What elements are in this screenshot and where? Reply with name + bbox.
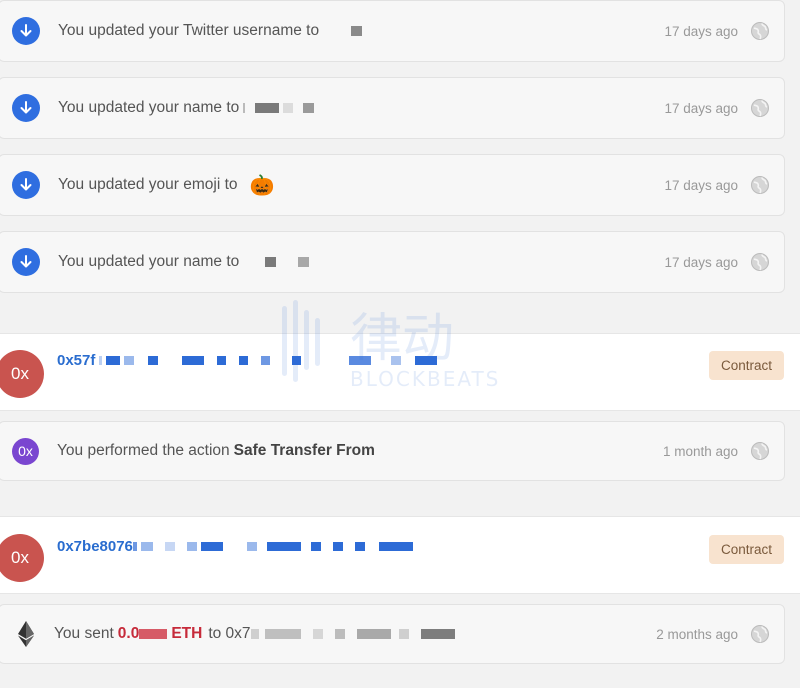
contract-address[interactable]: 0x57f — [57, 352, 95, 369]
activity-text: You performed the action — [57, 442, 230, 459]
recipient-prefix: to 0x7 — [208, 625, 251, 642]
redacted-address — [349, 356, 372, 365]
redacted-value — [265, 257, 277, 267]
timestamp: 17 days ago — [664, 177, 738, 193]
contract-badge: Contract — [709, 351, 784, 380]
timestamp: 17 days ago — [664, 23, 738, 39]
download-arrow-icon — [12, 94, 40, 122]
redacted-address — [310, 542, 321, 551]
redacted-address — [182, 356, 205, 365]
pumpkin-emoji: 🎃 — [249, 174, 275, 197]
redacted-address — [334, 629, 345, 639]
redacted-address — [200, 542, 223, 551]
timestamp: 1 month ago — [662, 443, 738, 459]
redacted-address — [354, 542, 365, 551]
currency-label: ETH — [171, 625, 203, 642]
globe-icon[interactable] — [750, 98, 770, 118]
globe-icon[interactable] — [750, 441, 770, 461]
redacted-address — [312, 629, 323, 639]
redacted-address — [186, 542, 197, 551]
redacted-value — [351, 26, 363, 36]
redacted-address — [217, 356, 227, 365]
activity-item[interactable]: You updated your name to 17 days ago — [0, 231, 785, 293]
activity-text: You updated your emoji to — [58, 176, 238, 193]
redacted-address — [292, 356, 302, 365]
activity-text: You updated your name to — [58, 253, 240, 270]
download-arrow-icon — [12, 17, 40, 45]
globe-icon[interactable] — [750, 175, 770, 195]
redacted-address — [420, 629, 455, 639]
redacted-address — [246, 542, 257, 551]
contract-header[interactable]: 0x 0x7be8076 Contract — [0, 516, 800, 594]
redacted-value — [243, 103, 246, 113]
globe-icon[interactable] — [750, 624, 770, 644]
redacted-address — [378, 542, 413, 551]
redacted-address — [415, 356, 438, 365]
timestamp: 2 months ago — [656, 626, 738, 642]
activity-item[interactable]: You updated your emoji to 🎃 17 days ago — [0, 154, 785, 216]
redacted-value — [283, 103, 294, 113]
contract-avatar: 0x — [0, 350, 44, 398]
timestamp: 17 days ago — [664, 100, 738, 116]
eth-amount: 0.0 — [117, 625, 140, 642]
redacted-address — [164, 542, 175, 551]
contract-header[interactable]: 0x 0x57f Contract — [0, 333, 800, 411]
redacted-address — [106, 356, 121, 365]
redacted-address — [391, 356, 402, 365]
timestamp: 17 days ago — [664, 254, 738, 270]
redacted-address — [140, 542, 153, 551]
activity-item[interactable]: You updated your name to 17 days ago — [0, 77, 785, 139]
contract-address[interactable]: 0x7be8076 — [57, 538, 133, 555]
redacted-address — [332, 542, 343, 551]
redacted-address — [398, 629, 409, 639]
redacted-value — [303, 103, 315, 113]
action-name: Safe Transfer From — [233, 442, 375, 459]
globe-icon[interactable] — [750, 252, 770, 272]
redacted-address — [250, 629, 259, 639]
redacted-address — [99, 356, 103, 365]
redacted-address — [266, 542, 301, 551]
redacted-address — [132, 542, 137, 551]
redacted-address — [148, 356, 159, 365]
download-arrow-icon — [12, 248, 40, 276]
redacted-amount — [139, 629, 168, 639]
activity-item[interactable]: You updated your Twitter username to 17 … — [0, 0, 785, 62]
contract-badge: Contract — [709, 535, 784, 564]
activity-item[interactable]: You sent 0.0 ETH to 0x7 2 months ago — [0, 604, 785, 664]
redacted-address — [239, 356, 249, 365]
contract-icon: 0x — [12, 437, 39, 465]
activity-text: You updated your name to — [58, 99, 240, 116]
redacted-value — [255, 103, 280, 113]
redacted-address — [264, 629, 301, 639]
activity-text: You updated your Twitter username to — [58, 22, 320, 39]
redacted-value — [298, 257, 310, 267]
redacted-address — [356, 629, 391, 639]
activity-item[interactable]: 0x You performed the action Safe Transfe… — [0, 421, 785, 481]
download-arrow-icon — [12, 171, 40, 199]
ethereum-icon — [12, 620, 40, 648]
activity-feed: You updated your Twitter username to 17 … — [0, 0, 800, 688]
activity-text: You sent — [54, 625, 114, 642]
redacted-address — [261, 356, 271, 365]
globe-icon[interactable] — [750, 21, 770, 41]
contract-avatar: 0x — [0, 534, 44, 582]
redacted-address — [124, 356, 135, 365]
